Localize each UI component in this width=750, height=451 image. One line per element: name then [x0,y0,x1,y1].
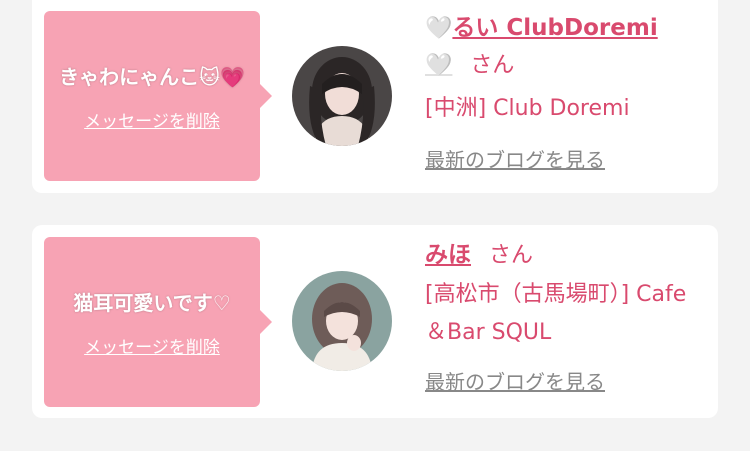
honorific: さん [489,243,534,268]
sender-info: みほ さん [高松市（古馬場町）] Cafe＆Bar SQUL 最新のブログを見る [425,237,705,395]
white-heart-icon: 🤍 [425,53,453,78]
latest-blog-link[interactable]: 最新のブログを見る [425,366,605,395]
sender-name-link[interactable]: みほ [425,242,471,268]
message-bubble: 猫耳可愛いです♡ メッセージを削除 [44,237,272,407]
sender-name-line: みほ さん [425,237,705,274]
avatar-photo-icon [292,46,392,146]
message-bubble: きゃわにゃんこ🐱💗 メッセージを削除 [44,11,272,181]
shop-name: [中洲] Club Doremi [425,96,630,121]
honorific: さん [470,53,515,78]
message-text: きゃわにゃんこ🐱💗 [59,64,245,89]
shop-name: [高松市（古馬場町）] Cafe＆Bar SQUL [425,282,687,345]
delete-message-link[interactable]: メッセージを削除 [84,333,220,358]
avatar[interactable] [292,271,392,371]
sender-name-line: 🤍るい ClubDoremi 🤍 さん [425,10,705,84]
message-text: 猫耳可愛いです♡ [73,290,231,315]
latest-blog-link[interactable]: 最新のブログを見る [425,144,605,173]
white-heart-icon: 🤍 [425,16,453,41]
message-card: 猫耳可愛いです♡ メッセージを削除 みほ さん [高松市（古馬場町）] Cafe＆… [32,225,718,418]
delete-message-link[interactable]: メッセージを削除 [84,107,220,132]
message-card: きゃわにゃんこ🐱💗 メッセージを削除 🤍るい ClubDoremi 🤍 さん [中… [32,0,718,193]
avatar-photo-icon [292,271,392,371]
sender-info: 🤍るい ClubDoremi 🤍 さん [中洲] Club Doremi 最新のブ… [425,10,705,173]
avatar[interactable] [292,46,392,146]
sender-name-link[interactable]: るい ClubDoremi [452,15,657,41]
